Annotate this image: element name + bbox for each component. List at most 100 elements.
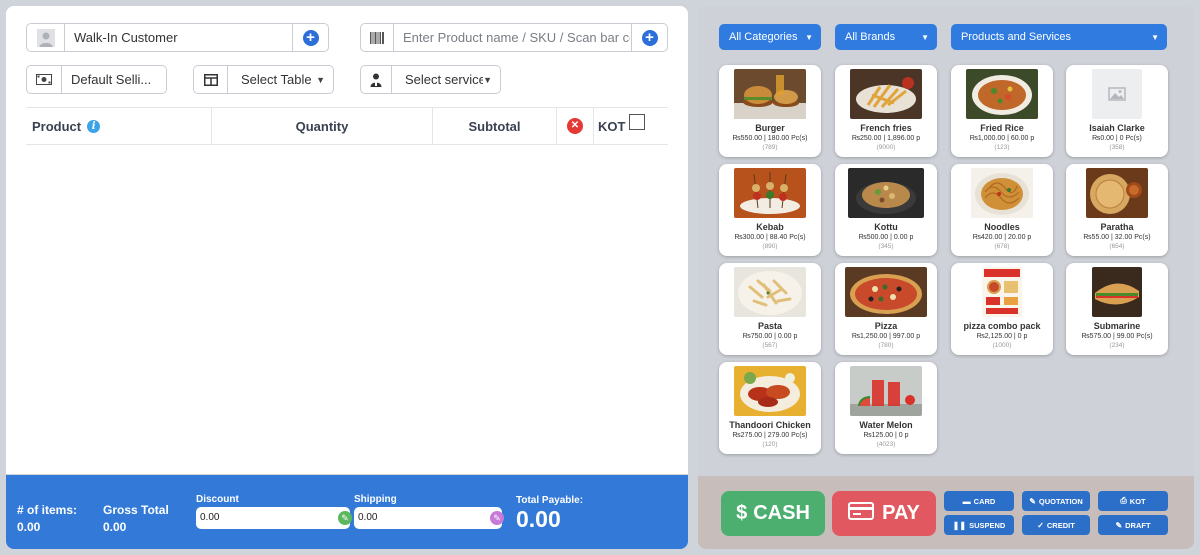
fried-rice-image xyxy=(966,69,1038,119)
pasta-image xyxy=(734,267,806,317)
product-search-input[interactable]: Enter Product name / SKU / Scan bar code xyxy=(394,30,630,45)
card-button-label: CARD xyxy=(973,496,996,506)
quotation-button-label: QUOTATION xyxy=(1038,496,1083,506)
product-card-pasta[interactable]: Pasta ₨750.00 | 0.00 p (567) xyxy=(719,263,821,355)
chevron-down-icon: ▼ xyxy=(805,32,813,42)
product-card-french-fries[interactable]: French fries ₨250.00 | 1,896.00 p (9000) xyxy=(835,65,937,157)
brand-filter[interactable]: All Brands ▼ xyxy=(835,24,937,50)
french-fries-image xyxy=(850,69,922,119)
product-card-paratha[interactable]: Paratha ₨55.00 | 32.00 Pc(s) (654) xyxy=(1066,164,1168,256)
items-count-value: 0.00 xyxy=(17,520,41,534)
product-price: ₨1,250.00 | 997.00 p xyxy=(851,333,921,340)
kot-checkbox[interactable] xyxy=(629,114,646,130)
product-card-water-melon[interactable]: Water Melon ₨125.00 | 0 p (4023) xyxy=(835,362,937,454)
gross-total-value: 0.00 xyxy=(103,520,127,534)
barcode-icon xyxy=(361,24,394,51)
product-code: (654) xyxy=(1109,243,1125,250)
product-price: ₨500.00 | 0.00 p xyxy=(858,234,914,241)
suspend-button-label: SUSPEND xyxy=(969,520,1006,530)
discount-input[interactable]: 0.00 ✎ xyxy=(196,507,352,529)
selling-price-value: Default Selli... xyxy=(71,72,152,87)
type-filter-label: Products and Services xyxy=(961,31,1072,43)
totals-bar: # of items: 0.00 Gross Total 0.00 Discou… xyxy=(6,475,688,549)
product-code: (9000) xyxy=(876,144,896,151)
product-card-pizza-combo-pack[interactable]: pizza combo pack ₨2,125.00 | 0 p (1000) xyxy=(951,263,1053,355)
water-melon-image xyxy=(850,366,922,416)
remove-all-icon[interactable]: ✕ xyxy=(567,118,583,134)
cash-button-label: CASH xyxy=(753,502,810,524)
table-select[interactable]: Select Table ▼ xyxy=(193,65,334,94)
product-name: Paratha xyxy=(1100,222,1134,232)
product-name: Fried Rice xyxy=(980,123,1024,133)
add-product-button[interactable]: + xyxy=(631,24,667,51)
edit-shipping-icon[interactable]: ✎ xyxy=(490,511,504,525)
kottu-image xyxy=(848,168,924,218)
customer-field: Walk-In Customer + xyxy=(26,23,329,52)
product-column-header: Product i xyxy=(26,108,212,144)
product-name: Submarine xyxy=(1093,321,1141,331)
credit-button[interactable]: ✓ CREDIT xyxy=(1022,515,1090,535)
selling-price-select[interactable]: Default Selli... xyxy=(26,65,167,94)
category-filter[interactable]: All Categories ▼ xyxy=(719,24,821,50)
product-code: (234) xyxy=(1109,342,1125,349)
discount-label: Discount xyxy=(196,494,239,505)
customer-input[interactable]: Walk-In Customer xyxy=(65,30,292,45)
product-name: Kebab xyxy=(756,222,784,232)
kebab-image xyxy=(734,168,806,218)
product-name: pizza combo pack xyxy=(963,321,1041,331)
shipping-input[interactable]: 0.00 ✎ xyxy=(354,507,504,529)
product-card-pizza[interactable]: Pizza ₨1,250.00 | 997.00 p (780) xyxy=(835,263,937,355)
add-customer-button[interactable]: + xyxy=(292,24,328,51)
cart-panel: Walk-In Customer + Enter Product name / … xyxy=(6,6,688,474)
product-name: Noodles xyxy=(984,222,1020,232)
dollar-icon: $ xyxy=(736,502,748,524)
product-card-kottu[interactable]: Kottu ₨500.00 | 0.00 p (345) xyxy=(835,164,937,256)
draft-button[interactable]: ✎ DRAFT xyxy=(1098,515,1168,535)
product-code: (780) xyxy=(878,342,894,349)
product-card-noodles[interactable]: Noodles ₨420.00 | 20.00 p (678) xyxy=(951,164,1053,256)
quantity-column-header: Quantity xyxy=(212,108,433,144)
pay-button-label: PAY xyxy=(882,502,920,524)
product-code: (1000) xyxy=(992,342,1012,349)
paratha-image xyxy=(1086,168,1148,218)
edit-discount-icon[interactable]: ✎ xyxy=(338,511,352,525)
product-code: (4023) xyxy=(876,441,896,448)
discount-value: 0.00 xyxy=(200,512,220,523)
subtotal-header-label: Subtotal xyxy=(468,118,521,134)
shipping-label: Shipping xyxy=(354,494,397,505)
product-panel: All Categories ▼ All Brands ▼ Products a… xyxy=(698,6,1194,475)
chevron-down-icon: ▼ xyxy=(316,74,325,85)
pay-button[interactable]: PAY xyxy=(832,491,936,536)
chevron-down-icon: ▼ xyxy=(483,74,492,85)
product-card-kebab[interactable]: Kebab ₨300.00 | 88.40 Pc(s) (890) xyxy=(719,164,821,256)
product-price: ₨275.00 | 279.00 Pc(s) xyxy=(732,432,808,439)
product-price: ₨550.00 | 180.00 Pc(s) xyxy=(732,135,808,142)
product-price: ₨250.00 | 1,896.00 p xyxy=(851,135,921,142)
quotation-button[interactable]: ✎ QUOTATION xyxy=(1022,491,1090,511)
product-card-isaiah-clarke[interactable]: Isaiah Clarke ₨0.00 | 0 Pc(s) (358) xyxy=(1066,65,1168,157)
product-code: (678) xyxy=(994,243,1010,250)
suspend-button[interactable]: ❚❚ SUSPEND xyxy=(944,515,1014,535)
payment-actions-bar: $ CASH PAY ▬ CARD ✎ QUOTATION ⎙ KOT ❚❚ S… xyxy=(698,476,1194,549)
service-select[interactable]: Select service ▼ xyxy=(360,65,501,94)
product-name: Isaiah Clarke xyxy=(1089,123,1145,133)
chevron-down-icon: ▼ xyxy=(921,32,929,42)
cash-button[interactable]: $ CASH xyxy=(721,491,825,536)
kot-button[interactable]: ⎙ KOT xyxy=(1098,491,1168,511)
draft-button-label: DRAFT xyxy=(1125,520,1151,530)
product-price: ₨1,000.00 | 60.00 p xyxy=(969,135,1035,142)
plus-icon: + xyxy=(302,29,319,46)
product-card-burger[interactable]: Burger ₨550.00 | 180.00 Pc(s) (789) xyxy=(719,65,821,157)
cart-table-header: Product i Quantity Subtotal ✕ KOT xyxy=(26,107,668,145)
product-card-thandoori-chicken[interactable]: Thandoori Chicken ₨275.00 | 279.00 Pc(s)… xyxy=(719,362,821,454)
product-card-fried-rice[interactable]: Fried Rice ₨1,000.00 | 60.00 p (123) xyxy=(951,65,1053,157)
noodles-image xyxy=(971,168,1033,218)
product-name: Kottu xyxy=(874,222,898,232)
info-icon[interactable]: i xyxy=(87,119,101,133)
card-button[interactable]: ▬ CARD xyxy=(944,491,1014,511)
user-avatar-icon xyxy=(27,24,65,51)
product-card-submarine[interactable]: Submarine ₨575.00 | 99.00 Pc(s) (234) xyxy=(1066,263,1168,355)
kot-header-label: KOT xyxy=(598,118,626,134)
product-code: (358) xyxy=(1109,144,1125,151)
type-filter[interactable]: Products and Services ▼ xyxy=(951,24,1167,50)
